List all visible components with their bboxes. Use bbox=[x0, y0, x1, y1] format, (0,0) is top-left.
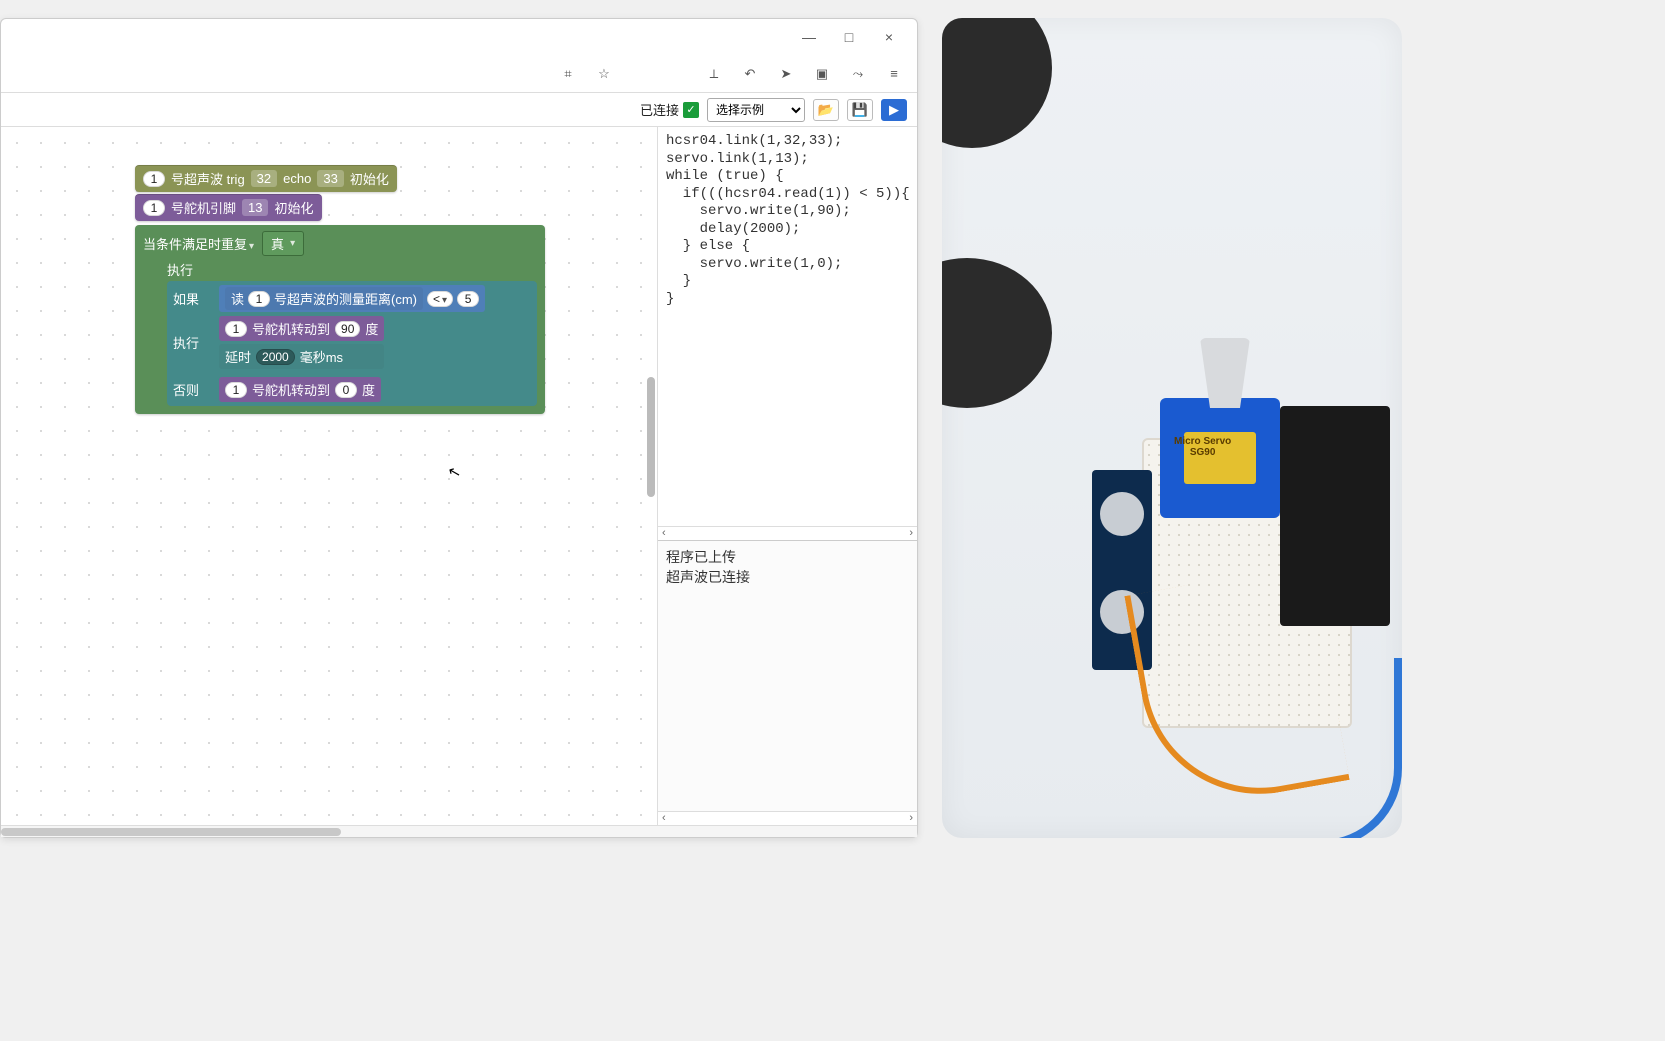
block-label: 初始化 bbox=[274, 198, 313, 217]
connection-status: 已连接 ✓ bbox=[640, 100, 699, 119]
servo-id-field[interactable]: 1 bbox=[143, 200, 165, 216]
bottom-scrollbar[interactable] bbox=[1, 825, 917, 837]
extension-icon[interactable]: ▣ bbox=[811, 63, 833, 85]
wheel-icon bbox=[942, 258, 1052, 408]
star-icon[interactable]: ☆ bbox=[593, 63, 615, 85]
ide-window: — □ × ⌗ ☆ ⟂ ↶ ➤ ▣ ⤳ ≡ 已连接 ✓ 选择示例 📂 💾 ▶ bbox=[0, 18, 918, 838]
hardware-photo: Micro Servo SG90 bbox=[942, 18, 1402, 838]
if-label: 如果 bbox=[173, 289, 213, 308]
block-servo-write-if[interactable]: 1 号舵机转动到 90 度 bbox=[219, 316, 384, 341]
undo-icon[interactable]: ↶ bbox=[739, 63, 761, 85]
blocks-canvas[interactable]: 1 号超声波 trig 32 echo 33 初始化 1 号舵机引脚 13 初始… bbox=[1, 127, 657, 825]
echo-field[interactable]: 33 bbox=[317, 170, 343, 187]
servo-id[interactable]: 1 bbox=[225, 321, 247, 337]
compare-op[interactable]: < bbox=[427, 291, 453, 307]
minimize-button[interactable]: — bbox=[789, 22, 829, 52]
servo-deg-else[interactable]: 0 bbox=[335, 382, 357, 398]
trig-field[interactable]: 32 bbox=[251, 170, 277, 187]
compare-value[interactable]: 5 bbox=[457, 291, 479, 307]
crop-icon[interactable]: ⟂ bbox=[703, 63, 725, 85]
qr-icon[interactable]: ⌗ bbox=[557, 63, 579, 85]
wheel-icon bbox=[942, 18, 1052, 148]
ultra-id-field[interactable]: 1 bbox=[143, 171, 165, 187]
browser-toolbar: ⌗ ☆ ⟂ ↶ ➤ ▣ ⤳ ≡ bbox=[1, 55, 917, 93]
exec-label: 执行 bbox=[173, 333, 213, 352]
servo-deg-if[interactable]: 90 bbox=[335, 321, 360, 337]
delay-label: 延时 bbox=[225, 347, 251, 366]
code-scroll-nav[interactable]: ‹› bbox=[658, 526, 917, 540]
log-scroll-nav[interactable]: ‹› bbox=[658, 811, 917, 825]
block-while-loop[interactable]: 当条件满足时重复 真 执行 如果 读 1 bbox=[135, 225, 545, 414]
servo-unit: 度 bbox=[365, 319, 378, 338]
block-label: 初始化 bbox=[350, 169, 389, 188]
save-button[interactable]: 💾 bbox=[847, 99, 873, 121]
servo-label: 号舵机转动到 bbox=[252, 319, 330, 338]
window-titlebar: — □ × bbox=[1, 19, 917, 55]
close-button[interactable]: × bbox=[869, 22, 909, 52]
right-panels: hcsr04.link(1,32,33); servo.link(1,13); … bbox=[657, 127, 917, 825]
loop-header-label: 当条件满足时重复 bbox=[143, 234, 254, 253]
canvas-scrollbar[interactable] bbox=[647, 377, 655, 497]
status-label: 已连接 bbox=[640, 100, 679, 119]
read-label: 号超声波的测量距离(cm) bbox=[274, 289, 417, 308]
condition-true[interactable]: 真 bbox=[262, 231, 304, 256]
code-output[interactable]: hcsr04.link(1,32,33); servo.link(1,13); … bbox=[658, 127, 917, 526]
delay-value[interactable]: 2000 bbox=[256, 349, 295, 365]
servo-pin-field[interactable]: 13 bbox=[242, 199, 268, 216]
delay-unit: 毫秒ms bbox=[300, 347, 343, 366]
block-label: 号超声波 trig bbox=[171, 169, 245, 188]
graph-icon[interactable]: ⤳ bbox=[847, 63, 869, 85]
read-prefix: 读 bbox=[231, 289, 244, 308]
read-id-field[interactable]: 1 bbox=[248, 291, 270, 307]
servo-unit: 度 bbox=[362, 380, 375, 399]
maximize-button[interactable]: □ bbox=[829, 22, 869, 52]
main-area: 1 号超声波 trig 32 echo 33 初始化 1 号舵机引脚 13 初始… bbox=[1, 127, 917, 825]
check-icon: ✓ bbox=[683, 102, 699, 118]
hamburger-icon[interactable]: ≡ bbox=[883, 63, 905, 85]
exec-label: 执行 bbox=[167, 263, 193, 278]
compare-block[interactable]: 读 1 号超声波的测量距离(cm) < 5 bbox=[219, 285, 485, 312]
block-servo-init[interactable]: 1 号舵机引脚 13 初始化 bbox=[135, 194, 322, 221]
log-output[interactable]: 程序已上传 超声波已连接 bbox=[658, 540, 917, 811]
ide-toolbar: 已连接 ✓ 选择示例 📂 💾 ▶ bbox=[1, 93, 917, 127]
block-if[interactable]: 如果 读 1 号超声波的测量距离(cm) < 5 bbox=[167, 281, 537, 406]
example-select[interactable]: 选择示例 bbox=[707, 98, 805, 122]
servo-motor bbox=[1160, 398, 1280, 518]
read-ultrasonic-block[interactable]: 读 1 号超声波的测量距离(cm) bbox=[225, 287, 423, 310]
servo-label: 号舵机转动到 bbox=[252, 380, 330, 399]
send-icon[interactable]: ➤ bbox=[775, 63, 797, 85]
block-ultrasonic-init[interactable]: 1 号超声波 trig 32 echo 33 初始化 bbox=[135, 165, 397, 192]
block-servo-write-else[interactable]: 1 号舵机转动到 0 度 bbox=[219, 377, 381, 402]
block-delay[interactable]: 延时 2000 毫秒ms bbox=[219, 344, 384, 369]
block-stack[interactable]: 1 号超声波 trig 32 echo 33 初始化 1 号舵机引脚 13 初始… bbox=[135, 165, 545, 414]
block-label: echo bbox=[283, 171, 311, 186]
else-label: 否则 bbox=[173, 380, 213, 399]
usb-cable bbox=[1312, 658, 1402, 838]
block-label: 号舵机引脚 bbox=[171, 198, 236, 217]
servo-id[interactable]: 1 bbox=[225, 382, 247, 398]
run-button[interactable]: ▶ bbox=[881, 99, 907, 121]
mouse-cursor-icon: ↖ bbox=[446, 462, 463, 483]
open-button[interactable]: 📂 bbox=[813, 99, 839, 121]
servo-label: Micro Servo SG90 bbox=[1174, 436, 1231, 458]
